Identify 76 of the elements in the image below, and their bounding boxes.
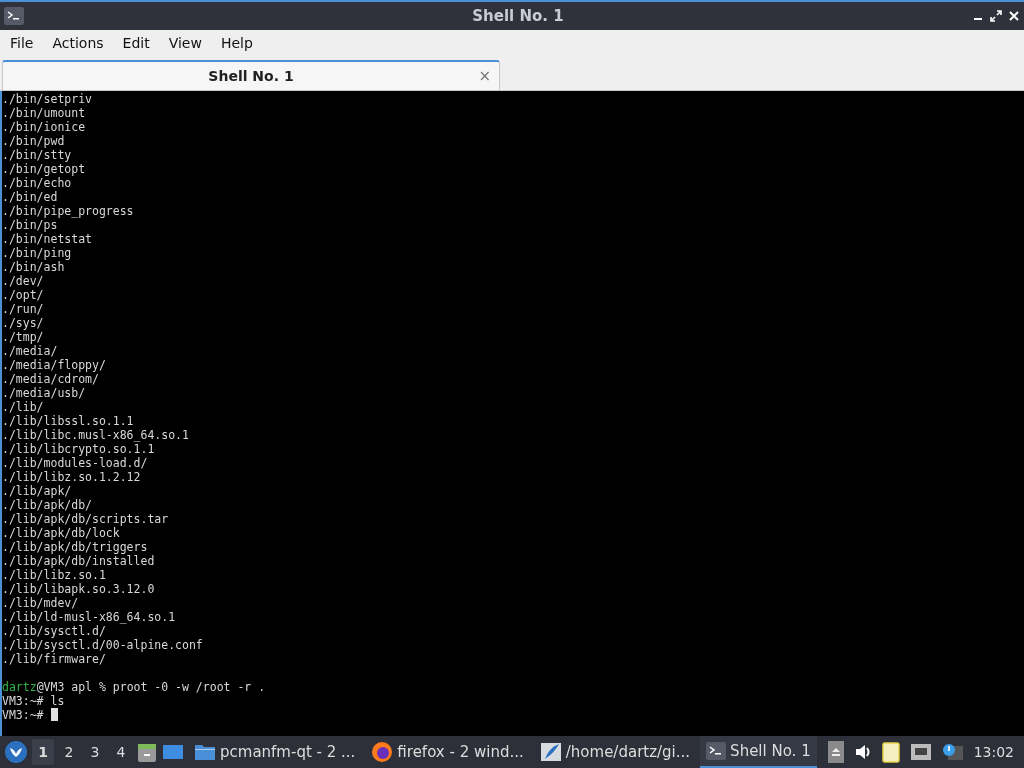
network-icon[interactable]: [909, 743, 932, 761]
menu-item[interactable]: View: [160, 35, 210, 51]
terminal-line: ./lib/ld-musl-x86_64.so.1: [2, 610, 176, 624]
window-title: Shell No. 1: [471, 7, 564, 25]
terminal-line: ./lib/apk/db/lock: [2, 526, 120, 540]
maximize-icon[interactable]: [990, 10, 1002, 22]
tab[interactable]: Shell No. 1 ×: [2, 60, 500, 90]
window-icon[interactable]: [162, 742, 184, 762]
terminal-line: ./bin/ed: [2, 190, 58, 204]
terminal-line: ./bin/pwd: [2, 134, 65, 148]
terminal-line: VM3:~#: [2, 708, 44, 722]
notification-icon[interactable]: [941, 742, 964, 762]
taskbar-button[interactable]: firefox - 2 wind...: [365, 736, 530, 768]
terminal-line: ./bin/ash: [2, 260, 65, 274]
terminal-line: ./lib/libssl.so.1.1: [2, 414, 134, 428]
terminal-line: ./bin/ps: [2, 218, 58, 232]
terminal-line: ./bin/setpriv: [2, 92, 92, 106]
file-cabinet-icon[interactable]: [136, 741, 158, 763]
terminal-icon: [4, 7, 24, 25]
terminal-line: ./lib/sysctl.d/: [2, 624, 106, 638]
terminal-line: VM3:~# ls: [2, 694, 65, 708]
terminal-line: ./media/usb/: [2, 386, 86, 400]
terminal-line: ./run/: [2, 302, 44, 316]
terminal-line: ./lib/apk/db/scripts.tar: [2, 512, 169, 526]
terminal-line: ./lib/libz.so.1.2.12: [2, 470, 141, 484]
close-icon[interactable]: [1008, 10, 1020, 22]
terminal-line: ./lib/firmware/: [2, 652, 106, 666]
prompt-user: dartz: [2, 680, 37, 694]
desktop-button[interactable]: 4: [110, 739, 132, 765]
terminal-line: ./lib/apk/: [2, 484, 72, 498]
terminal-line: ./lib/sysctl.d/00-alpine.conf: [2, 638, 203, 652]
browser-icon: [371, 741, 394, 763]
menu-item[interactable]: Edit: [114, 35, 158, 51]
terminal-line: ./lib/libz.so.1: [2, 568, 106, 582]
taskbar-button[interactable]: /home/dartz/gi...: [533, 736, 697, 768]
terminal-line: ./lib/apk/db/triggers: [2, 540, 148, 554]
close-tab-button[interactable]: ×: [478, 67, 491, 85]
terminal-line: ./media/: [2, 344, 58, 358]
terminal-line: ./bin/stty: [2, 148, 72, 162]
terminal-line: ./media/cdrom/: [2, 372, 99, 386]
desktop-button[interactable]: 3: [84, 739, 106, 765]
taskbar-button[interactable]: Shell No. 1: [700, 736, 817, 768]
terminal-line: ./lib/libapk.so.3.12.0: [2, 582, 155, 596]
clipboard-icon[interactable]: [881, 741, 900, 763]
terminal-line: ./lib/apk/db/installed: [2, 554, 155, 568]
terminal-line: ./bin/getopt: [2, 162, 86, 176]
desktop-button[interactable]: 1: [32, 739, 54, 765]
menu-item[interactable]: Actions: [44, 35, 112, 51]
volume-icon[interactable]: [853, 743, 872, 761]
menu-item[interactable]: Help: [212, 35, 261, 51]
terminal-line: ./dev/: [2, 274, 44, 288]
terminal-line: ./lib/libcrypto.so.1.1: [2, 442, 155, 456]
terminal-line: @VM3 apl % proot -0 -w /root -r .: [36, 680, 266, 694]
menu-item[interactable]: File: [2, 35, 42, 51]
taskbar-button[interactable]: pcmanfm-qt - 2 ...: [188, 736, 362, 768]
eject-icon[interactable]: [827, 741, 844, 763]
terminal-line: ./bin/ping: [2, 246, 72, 260]
folder-icon: [194, 742, 216, 762]
terminal-line: ./lib/apk/db/: [2, 498, 92, 512]
terminal-line: ./bin/echo: [2, 176, 72, 190]
terminal-line: ./lib/mdev/: [2, 596, 79, 610]
terminal-line: ./media/floppy/: [2, 358, 106, 372]
terminal-line: ./tmp/: [2, 330, 44, 344]
terminal-line: ./bin/ionice: [2, 120, 86, 134]
terminal-line: ./bin/pipe_progress: [2, 204, 134, 218]
clock: 13:02: [973, 744, 1014, 760]
desktop-button[interactable]: 2: [58, 739, 80, 765]
terminal-line: ./lib/libc.musl-x86_64.so.1: [2, 428, 189, 442]
terminal-line: ./opt/: [2, 288, 44, 302]
terminal-line: ./sys/: [2, 316, 44, 330]
terminal-line: ./lib/modules-load.d/: [2, 456, 148, 470]
feather-icon: [539, 741, 562, 763]
terminal-line: ./bin/netstat: [2, 232, 92, 246]
terminal-line: ./bin/umount: [2, 106, 86, 120]
terminal-icon: [706, 742, 727, 760]
terminal-line: ./lib/: [2, 400, 44, 414]
